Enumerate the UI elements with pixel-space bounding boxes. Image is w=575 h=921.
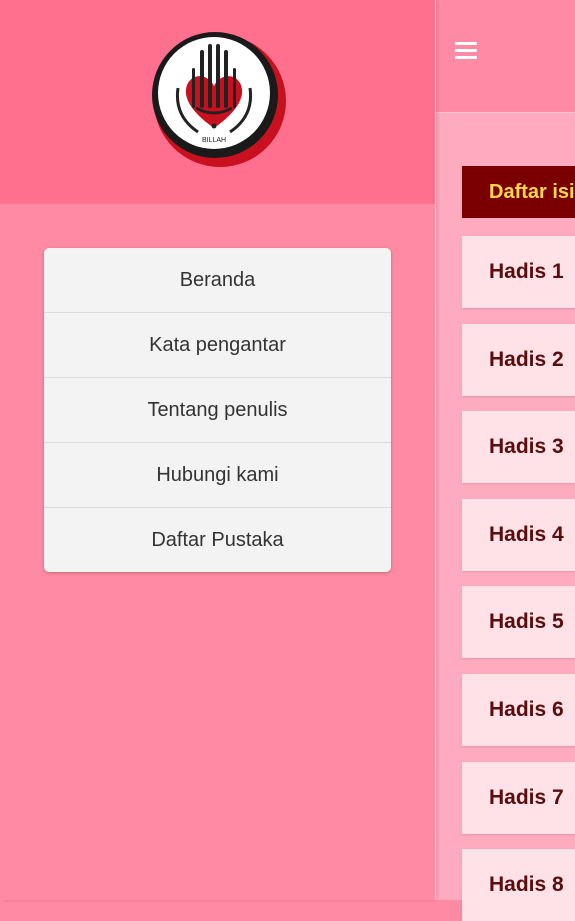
hadis-item-4[interactable]: Hadis 4 [462, 499, 575, 571]
hadis-item-7[interactable]: Hadis 7 [462, 762, 575, 834]
hadis-item-8[interactable]: Hadis 8 [462, 849, 575, 921]
menu-item-daftar-pustaka[interactable]: Daftar Pustaka [44, 508, 391, 572]
table-of-contents-header: Daftar isi [462, 166, 575, 218]
billah-logo-icon: BILLAH [152, 32, 286, 167]
hadis-item-2[interactable]: Hadis 2 [462, 324, 575, 396]
menu-item-beranda[interactable]: Beranda [44, 248, 391, 313]
logo-text: BILLAH [202, 137, 226, 144]
drawer-header: BILLAH [0, 0, 435, 204]
hadis-item-6[interactable]: Hadis 6 [462, 674, 575, 746]
menu-item-tentang-penulis[interactable]: Tentang penulis [44, 378, 391, 443]
hamburger-menu-icon[interactable] [455, 42, 479, 62]
menu-item-kata-pengantar[interactable]: Kata pengantar [44, 313, 391, 378]
drawer-menu: Beranda Kata pengantar Tentang penulis H… [44, 248, 391, 572]
navigation-drawer: BILLAH Beranda Kata pengantar Tentang pe… [0, 0, 436, 900]
menu-item-hubungi-kami[interactable]: Hubungi kami [44, 443, 391, 508]
hadis-item-5[interactable]: Hadis 5 [462, 586, 575, 658]
hadis-item-1[interactable]: Hadis 1 [462, 236, 575, 308]
hadis-item-3[interactable]: Hadis 3 [462, 411, 575, 483]
